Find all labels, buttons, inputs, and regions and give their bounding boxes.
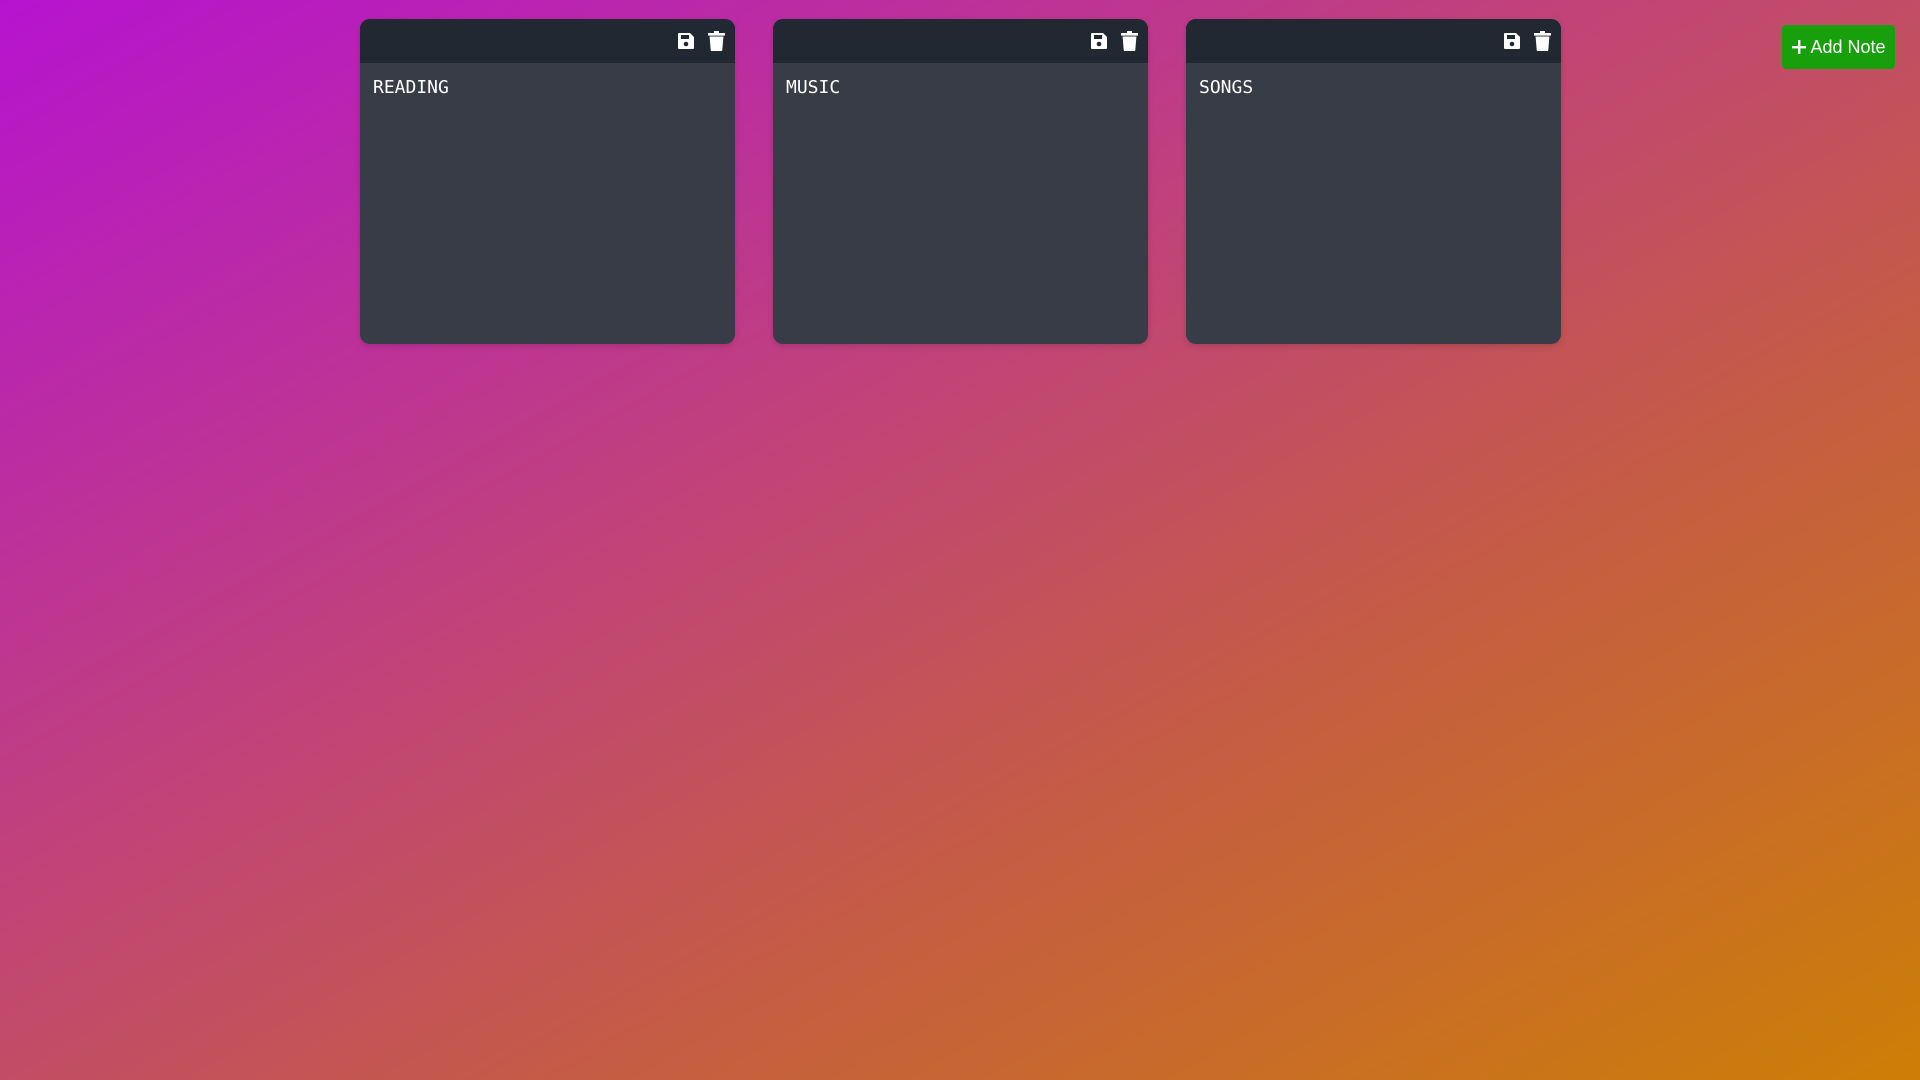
- trash-icon[interactable]: [707, 31, 725, 51]
- plus-icon: [1792, 40, 1807, 54]
- note-textarea[interactable]: SONGS: [1186, 63, 1561, 344]
- save-icon[interactable]: [1090, 31, 1108, 51]
- note-card: MUSIC: [773, 19, 1148, 344]
- trash-icon[interactable]: [1533, 31, 1551, 51]
- note-card: READING: [360, 19, 735, 344]
- note-textarea[interactable]: READING: [360, 63, 735, 344]
- note-textarea[interactable]: MUSIC: [773, 63, 1148, 344]
- note-header: [360, 19, 735, 63]
- notes-container: READING MUSIC SONGS: [360, 19, 1561, 344]
- trash-icon[interactable]: [1120, 31, 1138, 51]
- save-icon[interactable]: [1503, 31, 1521, 51]
- save-icon[interactable]: [677, 31, 695, 51]
- note-header: [1186, 19, 1561, 63]
- add-note-button[interactable]: Add Note: [1782, 25, 1895, 69]
- note-header: [773, 19, 1148, 63]
- note-card: SONGS: [1186, 19, 1561, 344]
- add-note-label: Add Note: [1810, 36, 1886, 57]
